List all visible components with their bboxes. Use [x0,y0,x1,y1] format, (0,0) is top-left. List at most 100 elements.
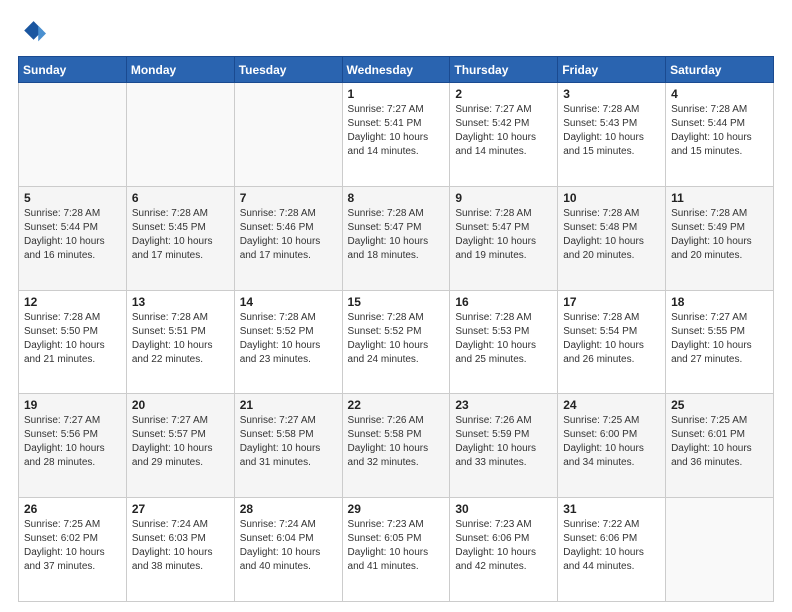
cell-info-line: Sunrise: 7:28 AM [671,104,747,115]
cell-info-line: Sunrise: 7:27 AM [348,104,424,115]
cell-info-line: Sunset: 5:44 PM [671,118,745,129]
calendar-cell: 9Sunrise: 7:28 AMSunset: 5:47 PMDaylight… [450,186,558,290]
cell-info: Sunrise: 7:26 AMSunset: 5:58 PMDaylight:… [348,414,445,470]
cell-info: Sunrise: 7:27 AM Sunset: 5:56 PM Daylight:… [24,414,121,470]
cell-info-line: Sunrise: 7:28 AM [132,208,208,219]
cell-info-line: Daylight: 10 hours [348,443,429,454]
cell-info-line: Sunset: 6:06 PM [563,533,637,544]
page: SundayMondayTuesdayWednesdayThursdayFrid… [0,0,792,612]
cell-info-line: Sunset: 5:44 PM [24,222,98,233]
cell-info-line: Sunrise: 7:28 AM [563,208,639,219]
cell-info-line: Sunset: 5:45 PM [132,222,206,233]
calendar-cell [19,83,127,187]
cell-info-line: and 20 minutes. [671,250,742,261]
cell-info-line: and 32 minutes. [348,457,419,468]
cell-info: Sunrise: 7:28 AMSunset: 5:53 PMDaylight:… [455,311,552,367]
cell-info-line: Daylight: 10 hours [671,236,752,247]
cell-info-line: Sunset: 5:47 PM [348,222,422,233]
calendar-cell: 4Sunrise: 7:28 AMSunset: 5:44 PMDaylight… [666,83,774,187]
cell-info: Sunrise: 7:28 AMSunset: 5:49 PMDaylight:… [671,207,768,263]
cell-info-line: Sunset: 5:46 PM [240,222,314,233]
cell-info-line: Sunset: 6:02 PM [24,533,98,544]
cell-info: Sunrise: 7:25 AMSunset: 6:02 PMDaylight:… [24,518,121,574]
cell-info-line: Sunrise: 7:28 AM [563,312,639,323]
cell-info-line: Sunrise: 7:28 AM [24,312,100,323]
cell-info-line: and 44 minutes. [563,561,634,572]
day-number: 13 [132,295,229,309]
logo-icon [18,18,46,46]
cell-info-line: Sunrise: 7:28 AM [455,208,531,219]
cell-info-line: and 22 minutes. [132,354,203,365]
calendar-cell: 12Sunrise: 7:28 AMSunset: 5:50 PMDayligh… [19,290,127,394]
cell-info: Sunrise: 7:28 AMSunset: 5:52 PMDaylight:… [348,311,445,367]
day-number: 12 [24,295,121,309]
cell-info-line: Sunset: 5:52 PM [240,326,314,337]
day-number: 8 [348,191,445,205]
cell-info-line: Sunrise: 7:28 AM [348,208,424,219]
day-number: 23 [455,398,552,412]
cell-info-line: Sunrise: 7:27 AM [24,415,100,426]
cell-info-line: Daylight: 10 hours [671,443,752,454]
cell-info-line: Daylight: 10 hours [24,443,105,454]
cell-info-line: and 15 minutes. [671,146,742,157]
cell-info-line: Daylight: 10 hours [348,236,429,247]
cell-info-line: Daylight: 10 hours [240,236,321,247]
calendar-cell: 20Sunrise: 7:27 AMSunset: 5:57 PMDayligh… [126,394,234,498]
header-row: SundayMondayTuesdayWednesdayThursdayFrid… [19,57,774,83]
cell-info: Sunrise: 7:28 AMSunset: 5:52 PMDaylight:… [240,311,337,367]
day-number: 16 [455,295,552,309]
day-header-wednesday: Wednesday [342,57,450,83]
cell-info-line: Sunset: 5:53 PM [455,326,529,337]
day-number: 15 [348,295,445,309]
cell-info-line: Daylight: 10 hours [132,236,213,247]
day-header-monday: Monday [126,57,234,83]
day-number: 7 [240,191,337,205]
cell-info-line: Sunset: 5:42 PM [455,118,529,129]
calendar-cell: 31Sunrise: 7:22 AMSunset: 6:06 PMDayligh… [558,498,666,602]
cell-info-line: Sunset: 6:06 PM [455,533,529,544]
cell-info: Sunrise: 7:25 AMSunset: 6:00 PMDaylight:… [563,414,660,470]
cell-info-line: Sunset: 5:56 PM [24,429,98,440]
cell-info-line: Daylight: 10 hours [240,547,321,558]
cell-info-line: and 29 minutes. [132,457,203,468]
cell-info-line: Daylight: 10 hours [348,132,429,143]
header [18,18,774,46]
cell-info: Sunrise: 7:28 AMSunset: 5:46 PMDaylight:… [240,207,337,263]
cell-info-line: and 14 minutes. [455,146,526,157]
cell-info-line: Daylight: 10 hours [348,547,429,558]
day-number: 29 [348,502,445,516]
cell-info-line: Daylight: 10 hours [24,236,105,247]
calendar-cell: 13Sunrise: 7:28 AMSunset: 5:51 PMDayligh… [126,290,234,394]
cell-info-line: and 26 minutes. [563,354,634,365]
calendar-cell: 21Sunrise: 7:27 AMSunset: 5:58 PMDayligh… [234,394,342,498]
day-number: 26 [24,502,121,516]
cell-info-line: and 36 minutes. [671,457,742,468]
calendar-week-4: 19Sunrise: 7:27 AMSunset: 5:56 PMDayligh… [19,394,774,498]
cell-info-line: Sunrise: 7:28 AM [132,312,208,323]
cell-info-line: and 33 minutes. [455,457,526,468]
calendar-cell: 1Sunrise: 7:27 AMSunset: 5:41 PMDaylight… [342,83,450,187]
calendar-cell: 15 Sunrise: 7:28 AMSunset: 5:52 PMDayligh… [342,290,450,394]
day-number: 14 [240,295,337,309]
cell-info-line: Sunrise: 7:28 AM [348,312,424,323]
cell-info-line: and 41 minutes. [348,561,419,572]
cell-info-line: Sunset: 6:00 PM [563,429,637,440]
cell-info: Sunrise: 7:27 AMSunset: 5:58 PMDaylight:… [240,414,337,470]
cell-info-line: Daylight: 10 hours [348,340,429,351]
calendar-cell: 29Sunrise: 7:23 AMSunset: 6:05 PMDayligh… [342,498,450,602]
calendar-cell: 5Sunrise: 7:28 AMSunset: 5:44 PMDaylight… [19,186,127,290]
day-number: 27 [132,502,229,516]
cell-info-line: Sunset: 5:58 PM [348,429,422,440]
cell-info-line: and 14 minutes. [348,146,419,157]
cell-info-line: Daylight: 10 hours [671,132,752,143]
day-number: 10 [563,191,660,205]
cell-info-line: Sunset: 5:57 PM [132,429,206,440]
cell-info: Sunrise: 7:27 AMSunset: 5:41 PMDaylight:… [348,103,445,159]
day-number: 17 [563,295,660,309]
cell-info-line: Daylight: 10 hours [563,132,644,143]
cell-info-line: and 15 minutes. [563,146,634,157]
cell-info-line: Sunrise: 7:25 AM [24,519,100,530]
cell-info-line: and 28 minutes. [24,457,95,468]
cell-info-line: Sunrise: 7:23 AM [455,519,531,530]
day-header-thursday: Thursday [450,57,558,83]
